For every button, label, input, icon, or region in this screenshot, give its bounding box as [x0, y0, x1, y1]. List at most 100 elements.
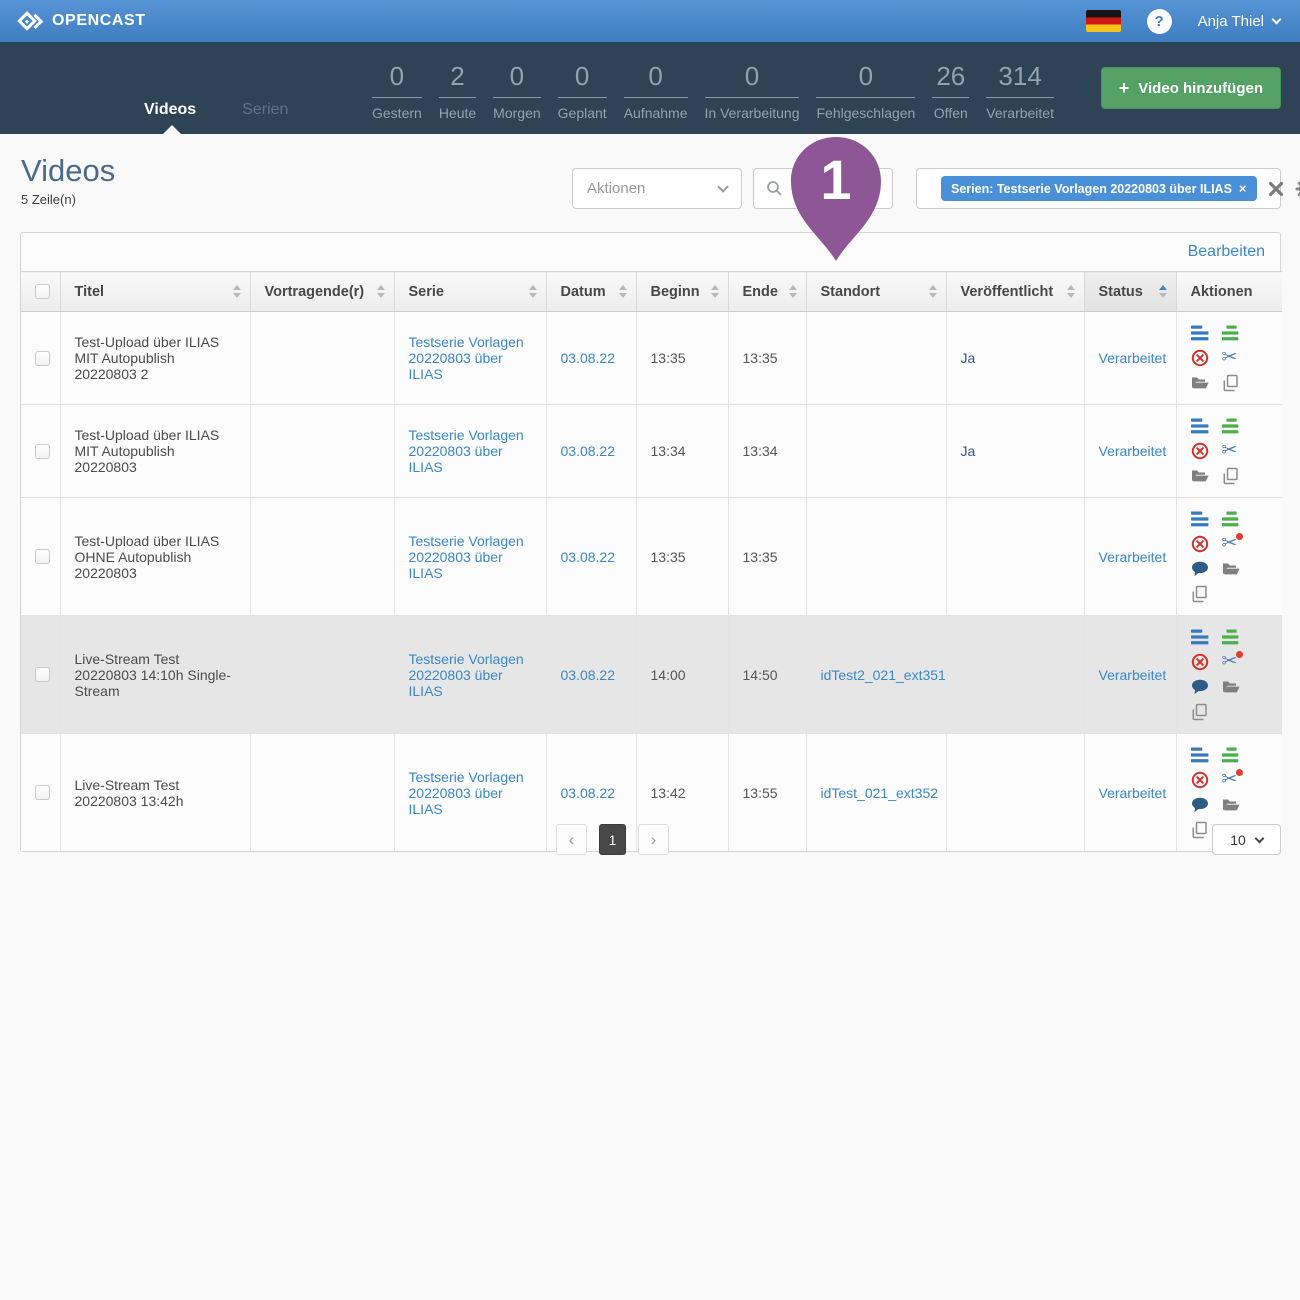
stat-gestern[interactable]: 0Gestern — [372, 61, 422, 121]
duplicate-icon[interactable] — [1222, 467, 1240, 485]
filter-chip[interactable]: Serien: Testserie Vorlagen 20220803 über… — [941, 176, 1257, 201]
search-input[interactable] — [753, 168, 893, 209]
sort-icon[interactable] — [789, 285, 797, 298]
comments-icon[interactable] — [1191, 560, 1209, 578]
comments-icon[interactable] — [1191, 678, 1209, 696]
delete-icon[interactable] — [1191, 653, 1209, 671]
row-checkbox[interactable] — [35, 549, 50, 564]
stat-in-verarbeitung[interactable]: 0In Verarbeitung — [705, 61, 800, 121]
cut-icon[interactable]: ✂ — [1222, 535, 1240, 553]
page-size-select[interactable]: 10 — [1212, 824, 1281, 855]
cut-icon[interactable]: ✂ — [1222, 442, 1240, 460]
sort-icon[interactable] — [1067, 285, 1075, 298]
duplicate-icon[interactable] — [1191, 821, 1209, 839]
date-link[interactable]: 03.08.22 — [561, 549, 616, 565]
chip-remove-icon[interactable]: × — [1239, 181, 1247, 196]
status-link[interactable]: Verarbeitet — [1099, 350, 1167, 366]
actions-dropdown[interactable]: Aktionen — [572, 168, 742, 209]
stat-morgen[interactable]: 0Morgen — [493, 61, 540, 121]
details-icon[interactable] — [1191, 746, 1209, 764]
status-link[interactable]: Verarbeitet — [1099, 785, 1167, 801]
sort-icon[interactable] — [529, 285, 537, 298]
next-page-button[interactable]: › — [638, 824, 669, 855]
series-link[interactable]: Testserie Vorlagen 20220803 über ILIAS — [409, 334, 524, 382]
col-beginn[interactable]: Beginn — [636, 272, 728, 312]
duplicate-icon[interactable] — [1222, 374, 1240, 392]
select-all-checkbox[interactable] — [35, 284, 50, 299]
status-link[interactable]: Verarbeitet — [1099, 667, 1167, 683]
sort-icon[interactable] — [929, 285, 937, 298]
col-status[interactable]: Status — [1084, 272, 1176, 312]
publications-icon[interactable] — [1222, 324, 1240, 342]
filter-settings-gear-icon[interactable] — [1295, 179, 1300, 199]
assets-folder-icon[interactable] — [1222, 678, 1240, 696]
assets-folder-icon[interactable] — [1191, 374, 1209, 392]
language-flag-icon[interactable] — [1086, 10, 1121, 32]
duplicate-icon[interactable] — [1191, 585, 1209, 603]
user-menu[interactable]: Anja Thiel — [1198, 13, 1280, 30]
status-link[interactable]: Verarbeitet — [1099, 549, 1167, 565]
stat-offen[interactable]: 26Offen — [932, 61, 969, 121]
details-icon[interactable] — [1191, 324, 1209, 342]
status-link[interactable]: Verarbeitet — [1099, 443, 1167, 459]
details-icon[interactable] — [1191, 628, 1209, 646]
assets-folder-icon[interactable] — [1222, 796, 1240, 814]
stat-aufnahme[interactable]: 0Aufnahme — [624, 61, 688, 121]
help-icon[interactable]: ? — [1147, 9, 1172, 34]
col-datum[interactable]: Datum — [546, 272, 636, 312]
details-icon[interactable] — [1191, 417, 1209, 435]
sort-icon[interactable] — [711, 285, 719, 298]
location-link[interactable]: idTest2_021_ext351 — [821, 667, 946, 683]
date-link[interactable]: 03.08.22 — [561, 785, 616, 801]
clear-filters-icon[interactable] — [1268, 181, 1284, 197]
delete-icon[interactable] — [1191, 349, 1209, 367]
col-vortragende[interactable]: Vortragende(r) — [250, 272, 394, 312]
current-page-button[interactable]: 1 — [599, 824, 626, 855]
delete-icon[interactable] — [1191, 771, 1209, 789]
add-video-button[interactable]: + Video hinzufügen — [1101, 67, 1281, 109]
series-link[interactable]: Testserie Vorlagen 20220803 über ILIAS — [409, 769, 524, 817]
row-checkbox[interactable] — [35, 444, 50, 459]
publications-icon[interactable] — [1222, 746, 1240, 764]
sort-icon[interactable] — [377, 285, 385, 298]
row-checkbox[interactable] — [35, 785, 50, 800]
date-link[interactable]: 03.08.22 — [561, 443, 616, 459]
stat-heute[interactable]: 2Heute — [439, 61, 476, 121]
delete-icon[interactable] — [1191, 535, 1209, 553]
prev-page-button[interactable]: ‹ — [556, 824, 587, 855]
stat-geplant[interactable]: 0Geplant — [558, 61, 607, 121]
cut-icon[interactable]: ✂ — [1222, 653, 1240, 671]
col-veroeffentlicht[interactable]: Veröffentlicht — [946, 272, 1084, 312]
delete-icon[interactable] — [1191, 442, 1209, 460]
location-link[interactable]: idTest_021_ext352 — [821, 785, 939, 801]
comments-icon[interactable] — [1191, 796, 1209, 814]
col-titel[interactable]: Titel — [60, 272, 250, 312]
date-link[interactable]: 03.08.22 — [561, 350, 616, 366]
col-standort[interactable]: Standort — [806, 272, 946, 312]
details-icon[interactable] — [1191, 510, 1209, 528]
publications-icon[interactable] — [1222, 417, 1240, 435]
row-checkbox[interactable] — [35, 667, 50, 682]
edit-table-link[interactable]: Bearbeiten — [1188, 243, 1265, 261]
col-ende[interactable]: Ende — [728, 272, 806, 312]
sort-icon[interactable] — [619, 285, 627, 298]
assets-folder-icon[interactable] — [1191, 467, 1209, 485]
sort-icon[interactable] — [233, 285, 241, 298]
series-link[interactable]: Testserie Vorlagen 20220803 über ILIAS — [409, 427, 524, 475]
cut-icon[interactable]: ✂ — [1222, 771, 1240, 789]
row-checkbox[interactable] — [35, 351, 50, 366]
assets-folder-icon[interactable] — [1222, 560, 1240, 578]
publications-icon[interactable] — [1222, 510, 1240, 528]
tab-serien[interactable]: Serien — [242, 101, 288, 119]
series-link[interactable]: Testserie Vorlagen 20220803 über ILIAS — [409, 533, 524, 581]
date-link[interactable]: 03.08.22 — [561, 667, 616, 683]
series-link[interactable]: Testserie Vorlagen 20220803 über ILIAS — [409, 651, 524, 699]
publications-icon[interactable] — [1222, 628, 1240, 646]
tab-videos[interactable]: Videos — [144, 101, 196, 119]
sort-icon-active[interactable] — [1159, 285, 1167, 298]
duplicate-icon[interactable] — [1191, 703, 1209, 721]
cut-icon[interactable]: ✂ — [1222, 349, 1240, 367]
col-serie[interactable]: Serie — [394, 272, 546, 312]
stat-verarbeitet[interactable]: 314Verarbeitet — [986, 61, 1054, 121]
stat-fehlgeschlagen[interactable]: 0Fehlgeschlagen — [816, 61, 915, 121]
